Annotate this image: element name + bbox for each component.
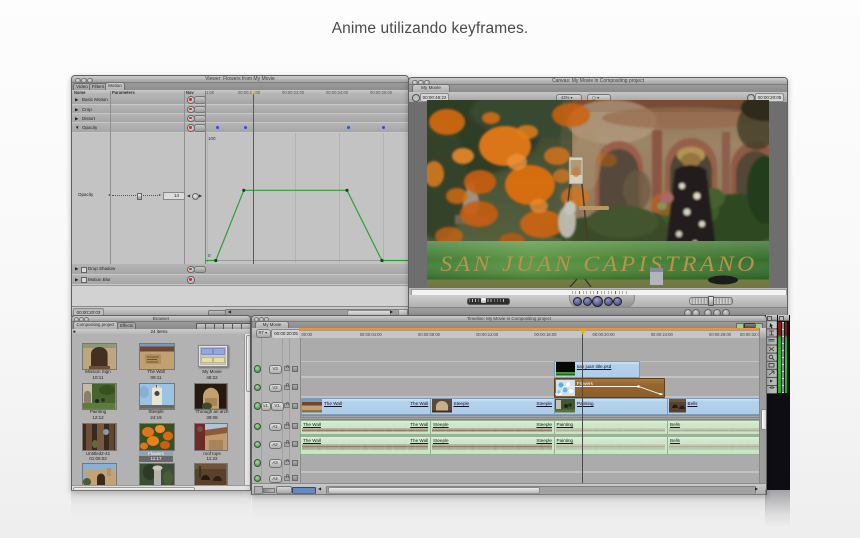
svg-text:100: 100 [208, 136, 216, 141]
svg-text:0: 0 [208, 253, 211, 258]
svg-text:SAN JUAN CAPISTRANO: SAN JUAN CAPISTRANO [440, 251, 758, 275]
